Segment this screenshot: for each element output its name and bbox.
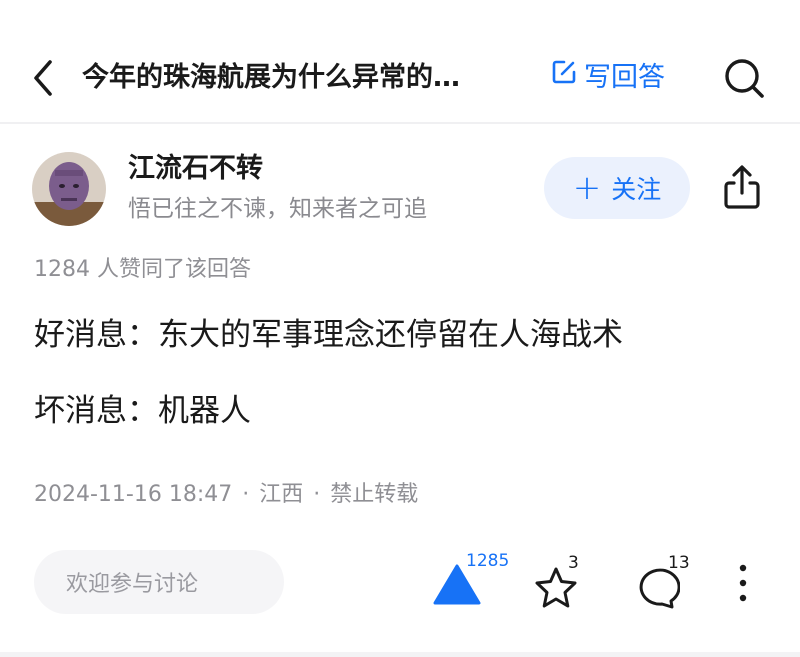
answer-datetime: 2024-11-16 18:47 bbox=[34, 482, 233, 507]
avatar[interactable] bbox=[32, 152, 106, 226]
share-icon[interactable] bbox=[720, 163, 764, 211]
answer-location: 江西 bbox=[259, 482, 304, 507]
comment-count: 13 bbox=[668, 553, 690, 573]
question-title[interactable]: 今年的珠海航展为什么异常的… bbox=[82, 58, 522, 98]
write-answer-label: 写回答 bbox=[584, 62, 665, 93]
write-answer-button[interactable]: 写回答 bbox=[550, 58, 665, 98]
plus-icon: + bbox=[572, 168, 602, 208]
copyright-notice: 禁止转载 bbox=[330, 482, 419, 507]
comment-placeholder: 欢迎参与讨论 bbox=[66, 572, 199, 597]
comment-button[interactable]: 13 bbox=[632, 553, 694, 615]
upvote-count: 1285 bbox=[466, 551, 510, 571]
search-icon[interactable] bbox=[722, 56, 766, 100]
follow-label: 关注 bbox=[611, 175, 662, 204]
favorite-count: 3 bbox=[568, 553, 579, 573]
more-options-icon[interactable] bbox=[736, 562, 750, 604]
favorite-button[interactable]: 3 bbox=[532, 553, 588, 615]
author-name[interactable]: 江流石不转 bbox=[128, 150, 263, 188]
back-arrow-icon[interactable] bbox=[28, 56, 60, 100]
upvote-button[interactable]: 1285 bbox=[432, 551, 524, 615]
meta-separator: · bbox=[242, 482, 250, 507]
bottom-divider bbox=[0, 652, 800, 657]
answer-paragraph: 好消息：东大的军事理念还停留在人海战术 bbox=[34, 317, 623, 353]
author-bio: 悟已往之不谏，知来者之可追 bbox=[128, 196, 427, 222]
upvote-summary: 1284 人赞同了该回答 bbox=[34, 257, 251, 282]
comment-input[interactable]: 欢迎参与讨论 bbox=[34, 550, 284, 614]
answer-meta: 2024-11-16 18:47 · 江西 · 禁止转载 bbox=[34, 478, 418, 512]
answer-paragraph: 坏消息：机器人 bbox=[34, 393, 251, 429]
follow-button[interactable]: + 关注 bbox=[544, 157, 690, 219]
edit-icon bbox=[550, 58, 578, 98]
meta-separator: · bbox=[313, 482, 321, 507]
